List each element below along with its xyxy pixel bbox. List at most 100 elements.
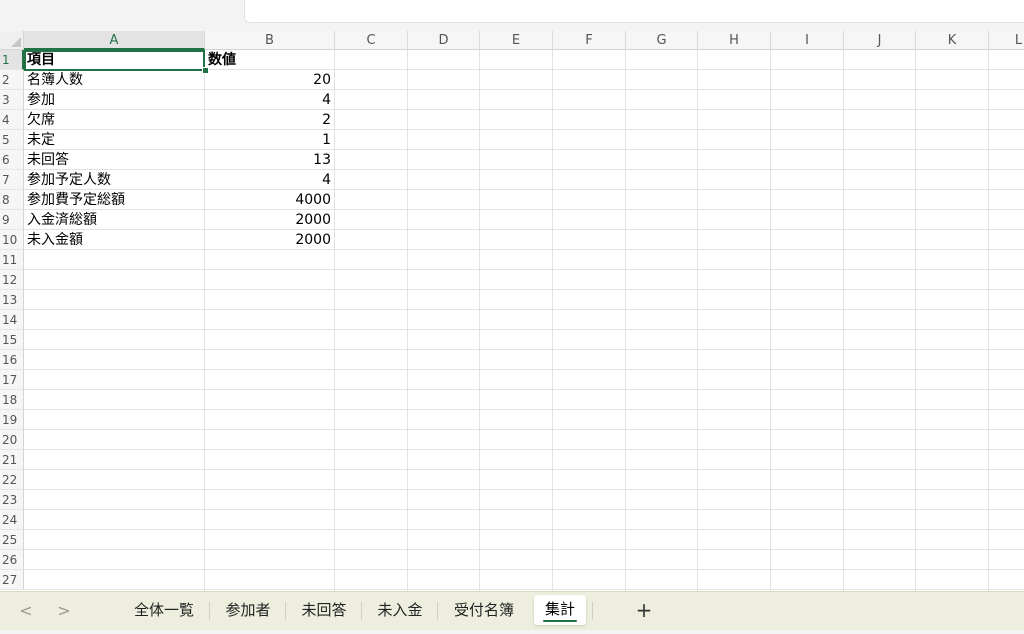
grid-line (24, 389, 1024, 390)
chevron-left-icon: < (19, 601, 33, 620)
row-header-24[interactable]: 24 (0, 510, 24, 530)
cell-b7[interactable]: 4 (205, 170, 333, 190)
row-header-4[interactable]: 4 (0, 110, 24, 130)
sheet-tab-label: 参加者 (225, 601, 271, 619)
cell-b9[interactable]: 2000 (205, 210, 333, 230)
row-header-10[interactable]: 10 (0, 230, 24, 250)
cell-b2[interactable]: 20 (205, 70, 333, 90)
grid-line (24, 349, 1024, 350)
row-header-12[interactable]: 12 (0, 270, 24, 290)
cell-a6[interactable]: 未回答 (27, 150, 203, 170)
row-header-2[interactable]: 2 (0, 70, 24, 90)
row-header-8[interactable]: 8 (0, 190, 24, 210)
cell-b8[interactable]: 4000 (205, 190, 333, 210)
active-cell-outline (24, 50, 205, 71)
row-header-22[interactable]: 22 (0, 470, 24, 490)
formula-bar[interactable] (244, 0, 1024, 23)
column-header-c[interactable]: C (335, 31, 408, 50)
row-header-21[interactable]: 21 (0, 450, 24, 470)
grid-line (24, 569, 1024, 570)
toolbar-area (0, 0, 1024, 31)
tab-separator (361, 602, 362, 620)
cell-b5[interactable]: 1 (205, 130, 333, 150)
sheet-tab-2[interactable]: 参加者 (212, 596, 284, 624)
column-header-k[interactable]: K (916, 31, 989, 50)
row-header-3[interactable]: 3 (0, 90, 24, 110)
tab-scroll-prev-button[interactable]: < (14, 592, 38, 629)
row-header-9[interactable]: 9 (0, 210, 24, 230)
row-header-13[interactable]: 13 (0, 290, 24, 310)
tab-separator (285, 602, 286, 620)
sheet-tab-label: 全体一覧 (133, 601, 194, 619)
row-header-19[interactable]: 19 (0, 410, 24, 430)
sheet-tab-4[interactable]: 未入金 (364, 596, 436, 624)
spreadsheet-grid[interactable]: A B C D E F G H I J K L 1 2 3 4 5 6 7 8 9 10 11 12 13 14 15 16 17 18 1… (0, 31, 1024, 591)
tab-scroll-next-button[interactable]: > (52, 592, 76, 629)
column-header-e[interactable]: E (480, 31, 553, 50)
sheet-tab-5[interactable]: 受付名簿 (440, 596, 528, 624)
cell-a2[interactable]: 名簿人数 (27, 70, 203, 90)
cell-a5[interactable]: 未定 (27, 130, 203, 150)
row-header-5[interactable]: 5 (0, 130, 24, 150)
row-header-15[interactable]: 15 (0, 330, 24, 350)
chevron-right-icon: > (57, 601, 71, 620)
row-header-6[interactable]: 6 (0, 150, 24, 170)
column-header-h[interactable]: H (698, 31, 771, 50)
row-header-25[interactable]: 25 (0, 530, 24, 550)
column-header-b[interactable]: B (205, 31, 335, 50)
tab-separator (592, 602, 593, 620)
cell-a3[interactable]: 参加 (27, 90, 203, 110)
cell-a8[interactable]: 参加費予定総額 (27, 190, 203, 210)
grid-line (24, 449, 1024, 450)
grid-line (24, 309, 1024, 310)
sheet-tab-label: 受付名簿 (453, 601, 514, 619)
tab-separator (209, 602, 210, 620)
cell-b1[interactable]: 数値 (205, 50, 333, 70)
cell-b3[interactable]: 4 (205, 90, 333, 110)
sheet-tab-3[interactable]: 未回答 (288, 596, 360, 624)
sheet-tab-label: 集計 (544, 600, 575, 618)
sheet-tab-label: 未回答 (301, 601, 347, 619)
grid-line (24, 369, 1024, 370)
row-header-7[interactable]: 7 (0, 170, 24, 190)
plus-icon: + (635, 598, 653, 622)
cell-a7[interactable]: 参加予定人数 (27, 170, 203, 190)
row-header-11[interactable]: 11 (0, 250, 24, 270)
grid-line (24, 589, 1024, 590)
row-header-27[interactable]: 27 (0, 570, 24, 590)
row-header-17[interactable]: 17 (0, 370, 24, 390)
column-header-a[interactable]: A (24, 31, 205, 50)
column-header-l[interactable]: L (989, 31, 1024, 50)
sheet-tab-1[interactable]: 全体一覧 (120, 596, 208, 624)
select-all-icon (11, 37, 21, 47)
column-header-f[interactable]: F (553, 31, 626, 50)
cell-b6[interactable]: 13 (205, 150, 333, 170)
tab-separator (437, 602, 438, 620)
add-sheet-button[interactable]: + (630, 594, 658, 626)
row-header-20[interactable]: 20 (0, 430, 24, 450)
grid-line (24, 549, 1024, 550)
cell-b4[interactable]: 2 (205, 110, 333, 130)
column-header-j[interactable]: J (844, 31, 916, 50)
row-header-23[interactable]: 23 (0, 490, 24, 510)
row-header-18[interactable]: 18 (0, 390, 24, 410)
cell-a4[interactable]: 欠席 (27, 110, 203, 130)
column-header-d[interactable]: D (408, 31, 480, 50)
sheet-tab-6[interactable]: 集計 (534, 595, 586, 625)
row-header-16[interactable]: 16 (0, 350, 24, 370)
grid-line (24, 329, 1024, 330)
cell-b10[interactable]: 2000 (205, 230, 333, 250)
cell-a9[interactable]: 入金済総額 (27, 210, 203, 230)
grid-line (24, 529, 1024, 530)
fill-handle[interactable] (202, 67, 209, 74)
column-header-i[interactable]: I (771, 31, 844, 50)
row-header-26[interactable]: 26 (0, 550, 24, 570)
row-header-14[interactable]: 14 (0, 310, 24, 330)
grid-line (24, 509, 1024, 510)
row-header-1[interactable]: 1 (0, 50, 24, 70)
select-all-button[interactable] (0, 31, 24, 50)
grid-line (24, 469, 1024, 470)
status-bar (0, 630, 1024, 634)
cell-a10[interactable]: 未入金額 (27, 230, 203, 250)
column-header-g[interactable]: G (626, 31, 698, 50)
